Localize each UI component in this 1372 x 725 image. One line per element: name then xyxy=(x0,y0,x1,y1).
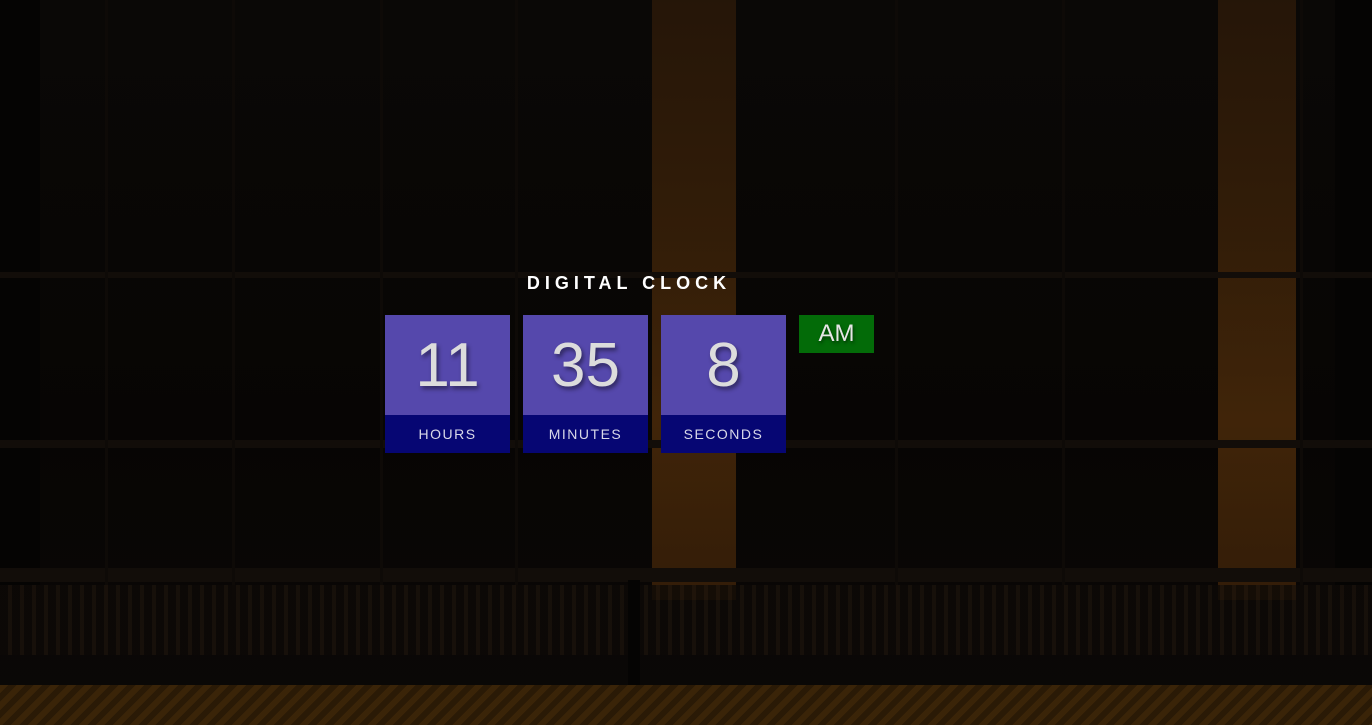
am-pm-indicator: AM xyxy=(799,315,874,353)
background-bar xyxy=(105,0,108,600)
background-pillar xyxy=(1335,0,1372,600)
background-pillar xyxy=(0,0,40,600)
background-bar xyxy=(380,0,383,600)
minutes-label: MINUTES xyxy=(523,415,648,453)
background-floor xyxy=(0,685,1372,725)
background-grate xyxy=(0,585,1372,655)
clock-title: DIGITAL CLOCK xyxy=(526,273,732,293)
seconds-label: SECONDS xyxy=(661,415,786,453)
background-light-column xyxy=(1218,0,1296,600)
background-bar xyxy=(1062,0,1065,600)
background-bar xyxy=(1300,0,1303,600)
hours-unit: 11 HOURS xyxy=(385,315,510,453)
minutes-unit: 35 MINUTES xyxy=(523,315,648,453)
digital-clock: 11 HOURS 35 MINUTES 8 SECONDS AM xyxy=(385,315,874,453)
background-rail xyxy=(0,568,1372,582)
seconds-value: 8 xyxy=(661,315,786,415)
seconds-unit: 8 SECONDS xyxy=(661,315,786,453)
hours-value: 11 xyxy=(385,315,510,415)
background-bar xyxy=(515,0,518,600)
background-bar xyxy=(232,0,235,600)
minutes-value: 35 xyxy=(523,315,648,415)
background-bar xyxy=(895,0,898,600)
hours-label: HOURS xyxy=(385,415,510,453)
background-light-column xyxy=(652,0,736,600)
